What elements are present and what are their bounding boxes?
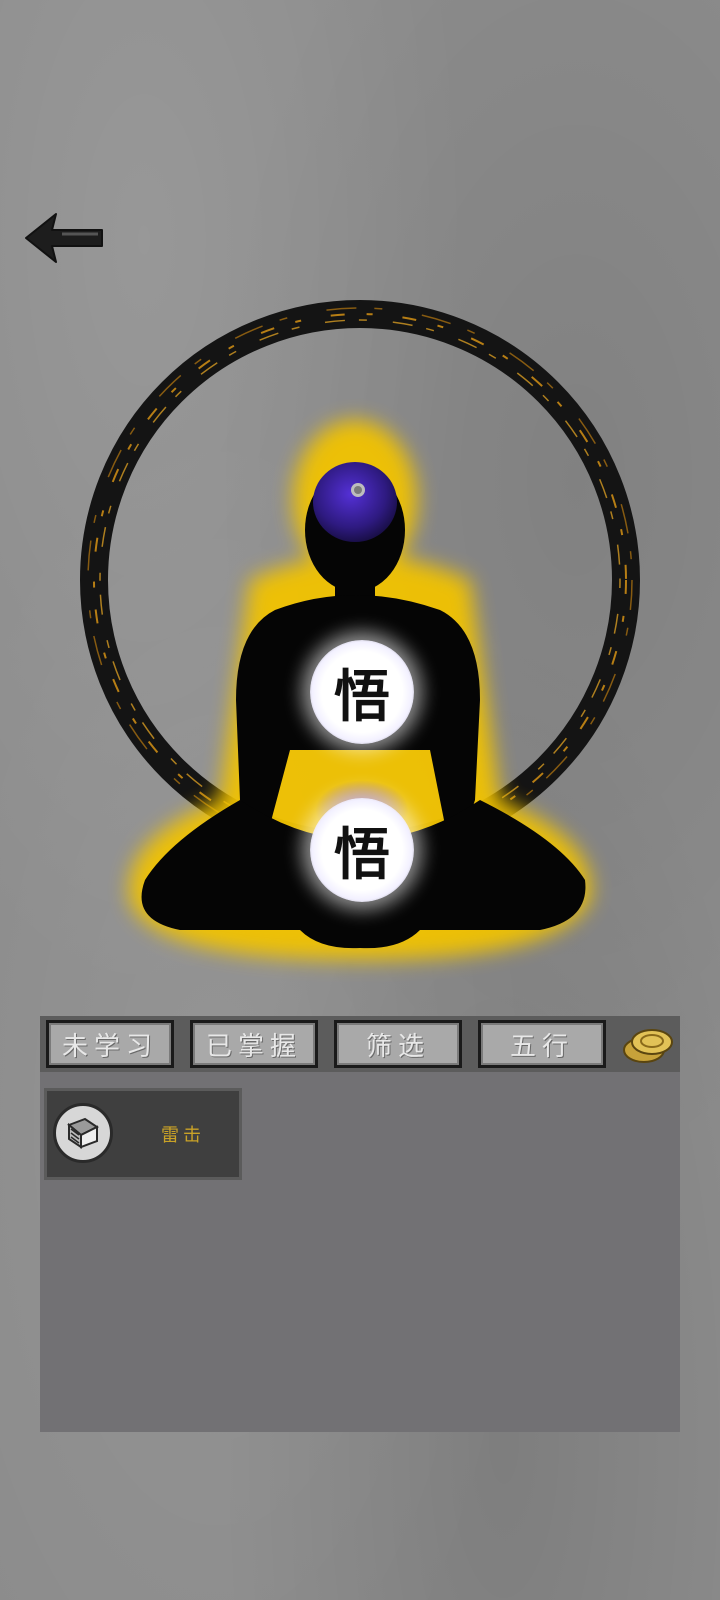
- skill-name: 雷击: [161, 1125, 205, 1146]
- gold-coins-icon[interactable]: [618, 1020, 676, 1068]
- left-arrow-icon: [25, 213, 103, 263]
- tab-unlearned[interactable]: 未学习: [46, 1020, 174, 1068]
- tab-five-elements[interactable]: 五行: [478, 1020, 606, 1068]
- cultivation-figure: 悟 悟: [0, 280, 720, 1000]
- tab-filter[interactable]: 筛选: [334, 1020, 462, 1068]
- glyph-orb-upper[interactable]: 悟: [310, 640, 414, 744]
- book-icon: [53, 1103, 113, 1163]
- skill-list-panel: 雷击: [40, 1072, 680, 1432]
- skill-card[interactable]: 雷击: [44, 1088, 242, 1180]
- tab-bar: 未学习 已掌握 筛选 五行: [40, 1016, 680, 1072]
- back-button[interactable]: [22, 208, 106, 270]
- tab-mastered[interactable]: 已掌握: [190, 1020, 318, 1068]
- glyph-orb-lower[interactable]: 悟: [310, 798, 414, 902]
